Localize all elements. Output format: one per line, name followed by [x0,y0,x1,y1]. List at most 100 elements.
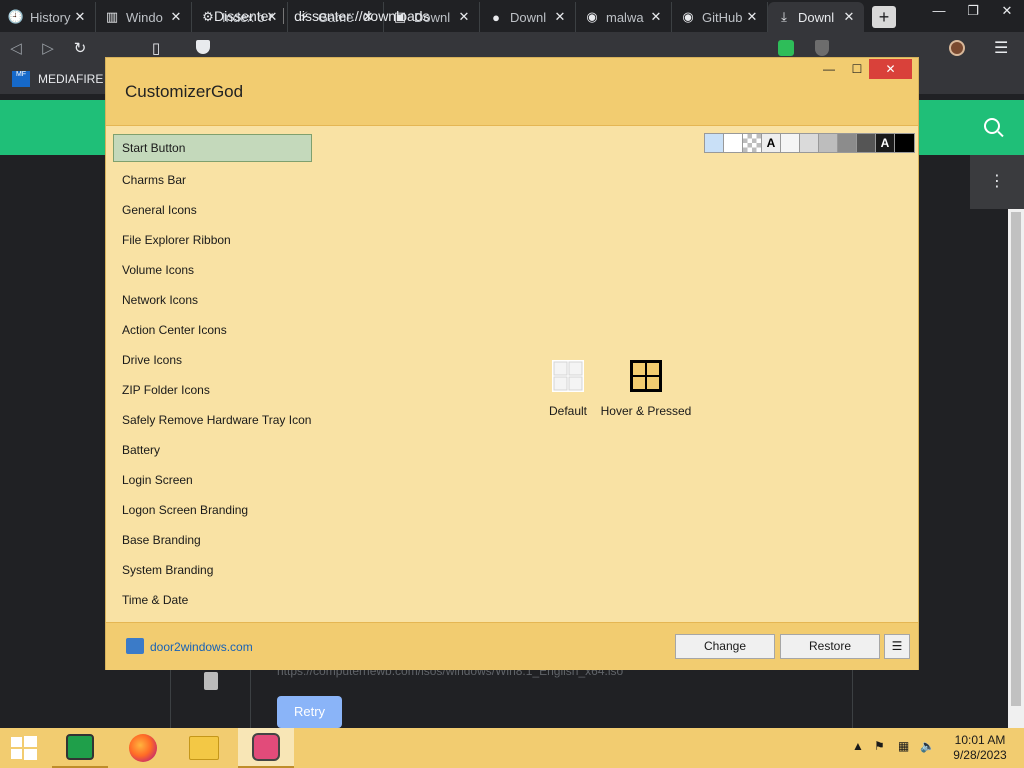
app-titlebar: CustomizerGod — ☐ ✕ [106,58,918,126]
swatch-6[interactable] [819,134,838,152]
taskbar-file-explorer[interactable] [176,728,232,768]
preview-default[interactable]: Default [537,360,599,418]
app-minimize-button[interactable]: — [815,59,843,79]
door2windows-logo-icon [126,638,144,654]
sidebar-item-logon-screen-branding[interactable]: Logon Screen Branding [113,494,312,524]
preview-default-label: Default [548,404,588,418]
sidebar-item-battery[interactable]: Battery [113,434,312,464]
swatch-4[interactable] [781,134,800,152]
swatch-10[interactable] [895,134,914,152]
swatch-9[interactable]: A [876,134,895,152]
swatch-3[interactable]: A [762,134,781,152]
app-title: CustomizerGod [125,82,244,101]
file-explorer-icon [189,736,219,760]
volume-icon[interactable]: 🔈 [920,739,935,753]
tab-close-icon[interactable]: ✕ [842,9,856,25]
tab-close-icon[interactable]: ✕ [73,9,87,25]
firefox-icon [129,734,157,762]
sidebar-item-volume-icons[interactable]: Volume Icons [113,254,312,284]
page-scrollbar-thumb[interactable] [1011,212,1021,706]
more-options-icon[interactable]: ⋮ [970,155,1024,209]
network-icon[interactable]: ▦ [898,739,909,753]
search-icon[interactable] [984,118,1000,134]
sidebar-item-general-icons[interactable]: General Icons [113,194,312,224]
system-clock[interactable]: 10:01 AM 9/28/2023 [946,733,1014,763]
address-bar[interactable]: Dissenter dissenter://downloads [186,4,842,28]
maximize-button[interactable]: ❐ [956,0,990,24]
minimize-button[interactable]: — [922,0,956,24]
tray-overflow-icon[interactable]: ▲ [852,739,864,753]
sidebar-item-system-branding[interactable]: System Branding [113,554,312,584]
sidebar-item-zip-folder-icons[interactable]: ZIP Folder Icons [113,374,312,404]
start-button[interactable] [10,734,38,762]
preview-hover[interactable]: Hover & Pressed [596,360,696,418]
sidebar-item-safely-remove-hardware-tray-icon[interactable]: Safely Remove Hardware Tray Icon [113,404,312,434]
swatch-8[interactable] [857,134,876,152]
site-shield-icon[interactable] [196,40,210,54]
change-button[interactable]: Change [675,634,775,659]
action-center-flag-icon[interactable]: ⚑ [874,739,885,753]
windows-logo-default-icon [552,360,584,392]
site-name: Dissenter [186,8,285,24]
bookmark-mediafire[interactable]: MEDIAFIRE R [38,72,115,86]
sidebar-item-drive-icons[interactable]: Drive Icons [113,344,312,374]
sidebar-item-network-icons[interactable]: Network Icons [113,284,312,314]
app-close-button[interactable]: ✕ [869,59,912,79]
taskbar-customizergod[interactable] [238,728,294,768]
sidebar-item-login-screen[interactable]: Login Screen [113,464,312,494]
customizergod-window: CustomizerGod — ☐ ✕ Start Button Charms B… [105,57,919,670]
app-menu-button[interactable]: ☰ [884,634,910,659]
extension-shield-icon[interactable] [815,40,829,56]
back-button[interactable]: ◁ [0,32,32,64]
profile-avatar[interactable] [949,40,965,56]
new-tab-button[interactable]: + [872,6,896,28]
sidebar-item-base-branding[interactable]: Base Branding [113,524,312,554]
sidebar-item-start-button[interactable]: Start Button [113,134,312,162]
notes-app-icon [66,734,94,760]
sidebar-item-action-center-icons[interactable]: Action Center Icons [113,314,312,344]
sidebar-item-charms-bar[interactable]: Charms Bar [113,164,312,194]
sidebar-item-time-date[interactable]: Time & Date [113,584,312,614]
swatch-2[interactable] [743,134,762,152]
history-icon: 🕘 [7,9,25,24]
address-url[interactable]: dissenter://downloads [284,8,429,24]
door2windows-link[interactable]: door2windows.com [150,640,253,654]
file-icon [204,672,218,690]
extension-chat-icon[interactable] [778,40,794,56]
tab-1[interactable]: ▥ Windo ✕ [96,2,192,32]
taskbar-notes-app[interactable] [52,728,108,768]
reload-button[interactable]: ↻ [64,32,96,64]
taskbar-firefox[interactable] [115,728,171,768]
app-footer: door2windows.com Change Restore ☰ [106,622,918,670]
archive-icon: ▥ [105,9,119,24]
forward-icon: ▷ [42,40,54,57]
restore-button[interactable]: Restore [780,634,880,659]
swatch-5[interactable] [800,134,819,152]
mediafire-icon: MF [12,71,30,87]
tab-0[interactable]: 🕘 History ✕ [0,2,96,32]
retry-button[interactable]: Retry [277,696,342,728]
category-list: Start Button Charms Bar General Icons File … [113,134,313,614]
tab-title: History [30,9,71,25]
swatch-1[interactable] [724,134,743,152]
clock-date: 9/28/2023 [953,748,1007,762]
background-swatches: AA [704,133,915,153]
tab-title: Windo [126,9,163,25]
swatch-7[interactable] [838,134,857,152]
clock-time: 10:01 AM [954,733,1006,747]
swatch-0[interactable] [705,134,724,152]
bookmark-icon: ▯ [151,40,161,57]
windows-logo-hover-icon [630,360,662,392]
app-maximize-button[interactable]: ☐ [843,59,871,79]
tab-close-icon[interactable]: ✕ [169,9,183,25]
sidebar-item-file-explorer-ribbon[interactable]: File Explorer Ribbon [113,224,312,254]
forward-button[interactable]: ▷ [32,32,64,64]
close-window-button[interactable]: ✕ [990,0,1024,24]
customizergod-app-icon [252,733,280,761]
browser-menu-icon[interactable]: ☰ [994,38,1008,58]
card-divider [250,660,251,728]
back-icon: ◁ [10,40,22,57]
preview-hover-label: Hover & Pressed [600,404,692,418]
browser-window-controls: — ❐ ✕ [922,0,1024,24]
reload-icon: ↻ [73,40,87,57]
